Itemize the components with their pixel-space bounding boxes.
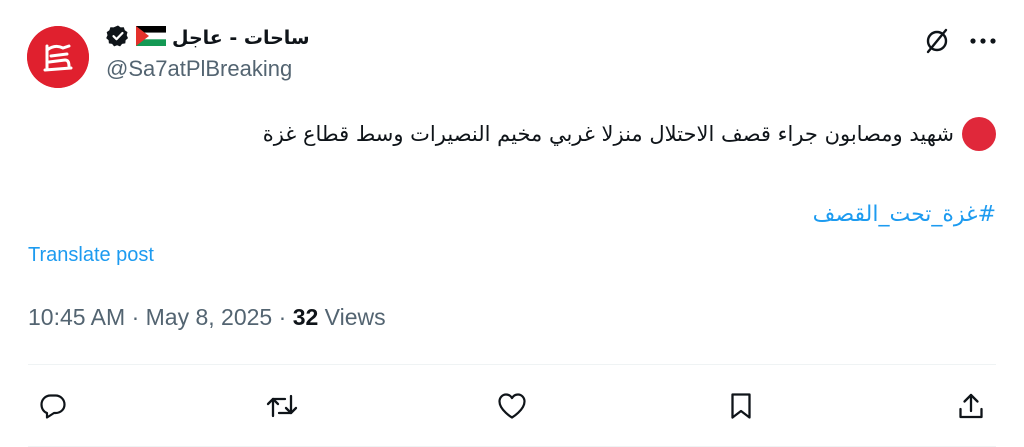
slash-circle-icon (926, 28, 948, 54)
hashtag-link[interactable]: #غزة_تحت_القصف (813, 202, 996, 227)
translate-post-link[interactable]: Translate post (28, 244, 154, 267)
like-icon (498, 393, 526, 419)
share-button[interactable] (951, 386, 991, 426)
divider (28, 364, 996, 365)
tweet-time[interactable]: 10:45 AM (28, 304, 125, 330)
grok-button[interactable] (920, 24, 954, 58)
avatar[interactable] (27, 26, 89, 88)
bookmark-button[interactable] (721, 386, 761, 426)
retweet-icon (266, 394, 298, 418)
meta-separator: · (278, 304, 287, 330)
verified-badge-icon (106, 24, 130, 52)
tweet-meta: 10:45 AM · May 8, 2025 · 32 Views (28, 304, 386, 331)
views-label: Views (324, 304, 386, 330)
reply-icon (40, 394, 66, 419)
bookmark-icon (731, 393, 751, 419)
tweet-body: شهيد ومصابون جراء قصف الاحتلال منزلا غرب… (262, 122, 954, 146)
retweet-button[interactable] (262, 386, 302, 426)
reply-button[interactable] (33, 386, 73, 426)
author-name[interactable]: ساحات - عاجل (172, 27, 310, 49)
more-button[interactable] (966, 24, 1000, 58)
red-circle-emoji-icon (962, 117, 996, 151)
like-button[interactable] (492, 386, 532, 426)
share-icon (959, 393, 983, 419)
meta-separator: · (131, 304, 140, 330)
tweet-text: شهيد ومصابون جراء قصف الاحتلال منزلا غرب… (96, 117, 996, 151)
views-count: 32 (292, 304, 319, 330)
more-dots-icon (970, 38, 996, 44)
sa7at-logo-icon (27, 26, 89, 88)
author-name-row: ساحات - عاجل (106, 24, 310, 52)
palestine-flag-icon (136, 26, 166, 50)
author-handle[interactable]: @Sa7atPlBreaking (106, 56, 292, 82)
tweet-date[interactable]: May 8, 2025 (146, 304, 273, 330)
